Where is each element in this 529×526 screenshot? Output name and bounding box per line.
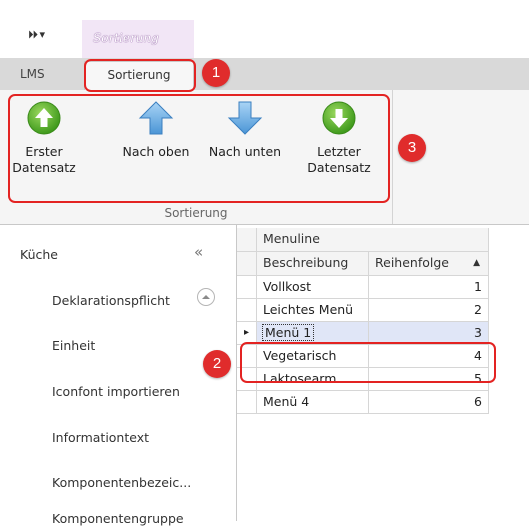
nav-item-deklarationspflicht[interactable]: Deklarationspflicht bbox=[52, 293, 170, 308]
row-indicator[interactable] bbox=[237, 299, 257, 322]
callout-badge-1: 1 bbox=[202, 59, 230, 87]
ribbon-group-label: Sortierung bbox=[164, 206, 228, 220]
nav-item-iconfont-importieren[interactable]: Iconfont importieren bbox=[52, 384, 180, 399]
table-cell-beschreibung[interactable]: Vollkost bbox=[257, 276, 369, 299]
grid-corner-2 bbox=[237, 252, 257, 276]
callout-highlight-selected-row bbox=[240, 342, 496, 383]
row-indicator[interactable] bbox=[237, 276, 257, 299]
column-header-reihenfolge-label: Reihenfolge bbox=[375, 255, 449, 270]
contextual-tab-label: Sortierung bbox=[93, 31, 159, 45]
column-header-beschreibung[interactable]: Beschreibung bbox=[257, 252, 369, 276]
row-indicator[interactable] bbox=[237, 391, 257, 414]
scroll-up-icon[interactable] bbox=[197, 288, 215, 306]
ribbon-group-divider bbox=[392, 90, 393, 224]
column-header-reihenfolge[interactable]: Reihenfolge ▲ bbox=[369, 252, 489, 276]
nav-group-title[interactable]: Küche bbox=[20, 247, 58, 262]
table-cell-reihenfolge[interactable]: 1 bbox=[369, 276, 489, 299]
tab-lms[interactable]: LMS bbox=[20, 58, 45, 90]
sort-ascending-icon: ▲ bbox=[473, 258, 480, 268]
navigation-pane: Küche « Deklarationspflicht Einheit Icon… bbox=[0, 225, 237, 526]
nav-item-einheit[interactable]: Einheit bbox=[52, 338, 95, 353]
callout-highlight-sortierung-tab bbox=[84, 59, 196, 92]
table-cell-beschreibung[interactable]: Menü 4 bbox=[257, 391, 369, 414]
callout-badge-2: 2 bbox=[203, 350, 231, 378]
table-cell-beschreibung[interactable]: Leichtes Menü bbox=[257, 299, 369, 322]
nav-item-komponentenbezeichnung[interactable]: Komponentenbezeic... bbox=[52, 475, 191, 490]
contextual-tab-sortierung[interactable]: Sortierung bbox=[82, 20, 194, 58]
callout-highlight-ribbon-buttons bbox=[8, 94, 390, 203]
nav-item-komponentengruppe[interactable]: Komponentengruppe bbox=[52, 511, 184, 526]
focused-cell-text: Menü 1 bbox=[261, 324, 315, 341]
title-bar: ⏵⏵ ▾ Sortierung bbox=[0, 0, 529, 58]
callout-badge-3: 3 bbox=[398, 134, 426, 162]
ribbon-tab-row: LMS Sortierung bbox=[0, 58, 529, 90]
table-cell-reihenfolge[interactable]: 2 bbox=[369, 299, 489, 322]
nav-item-informationtext[interactable]: Informationtext bbox=[52, 430, 149, 445]
table-cell-reihenfolge[interactable]: 6 bbox=[369, 391, 489, 414]
quick-access-toolbar-menu[interactable]: ⏵⏵ ▾ bbox=[28, 28, 45, 44]
collapse-pane-icon[interactable]: « bbox=[194, 243, 203, 261]
grid-corner bbox=[237, 228, 257, 252]
band-header-menuline[interactable]: Menuline bbox=[257, 228, 489, 252]
